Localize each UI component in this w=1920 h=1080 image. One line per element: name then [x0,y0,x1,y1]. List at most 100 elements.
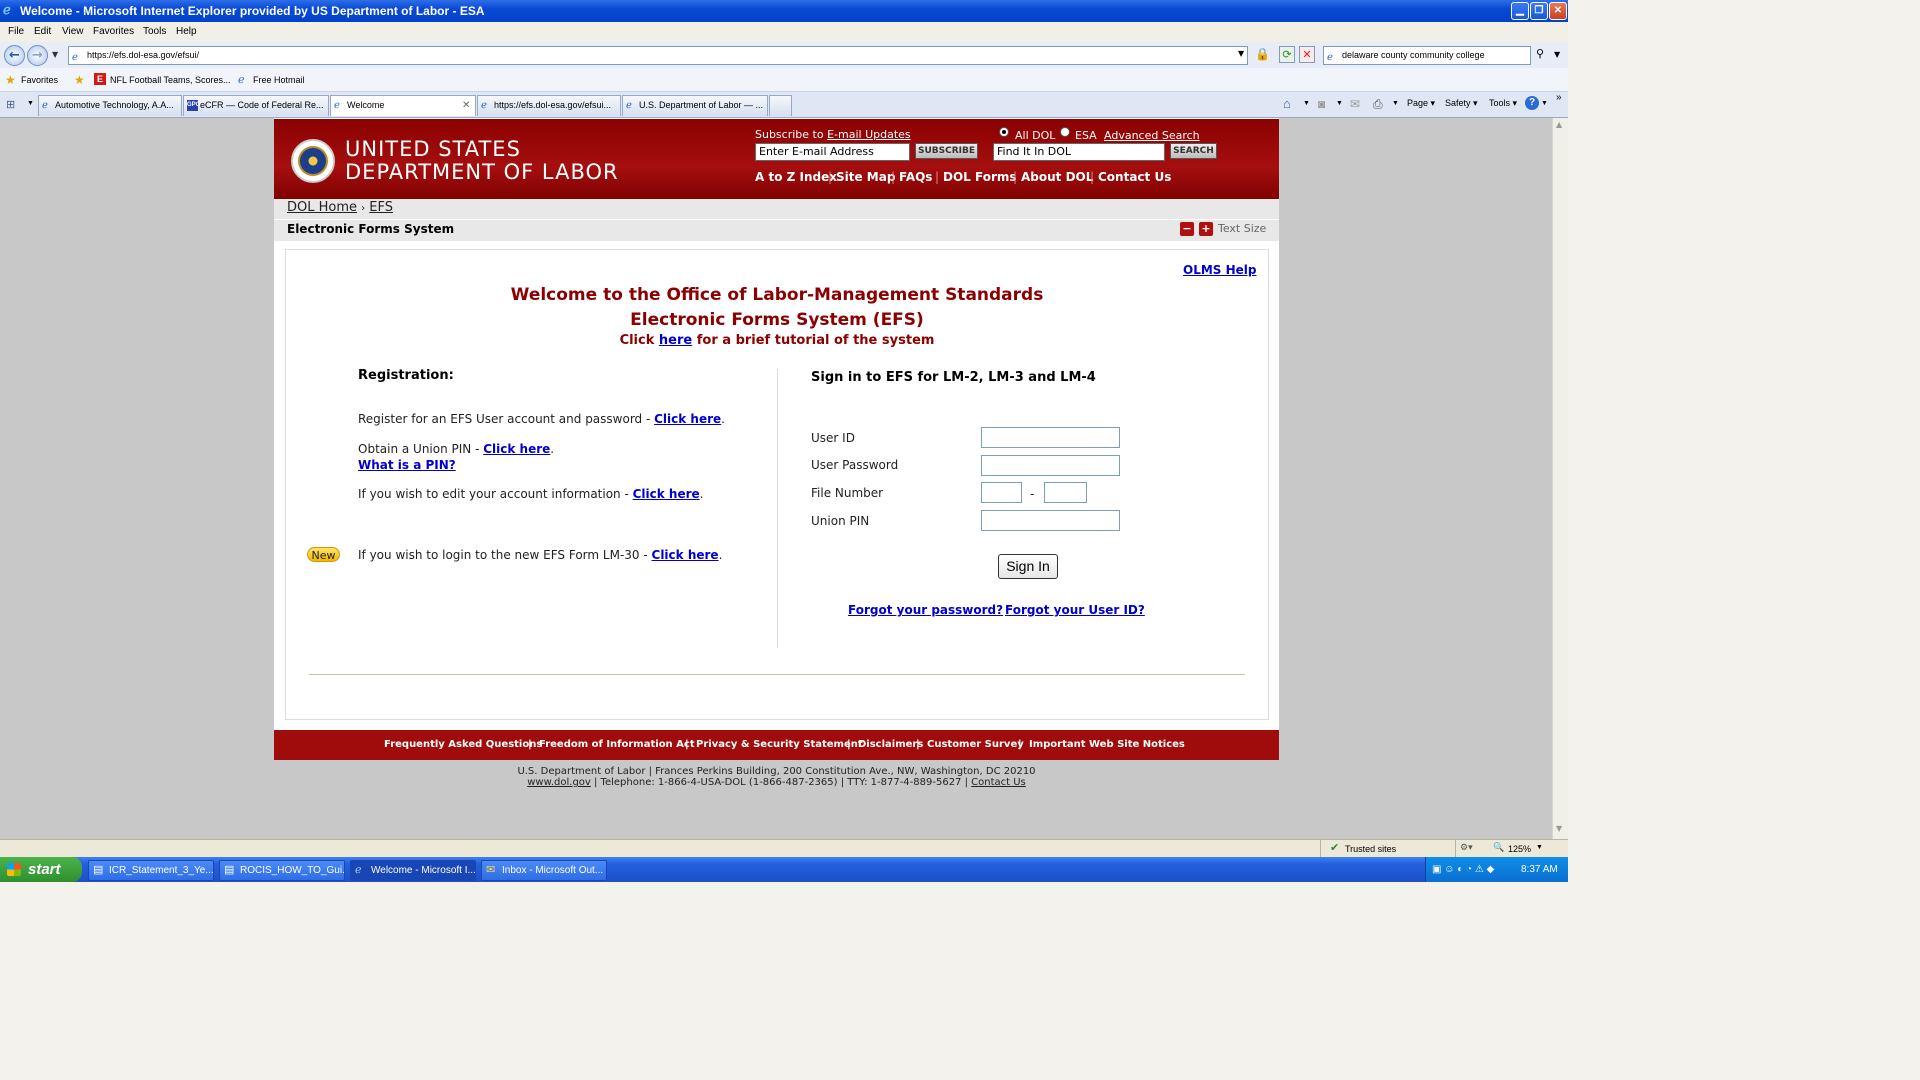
dol-search-button[interactable]: SEARCH [1170,143,1217,159]
footer-notices-link[interactable]: Important Web Site Notices [1029,739,1185,750]
task-rocis[interactable]: ▤ ROCIS_HOW_TO_Gui... [219,860,345,881]
task-icr-statement[interactable]: ▤ ICR_Statement_3_Ye... [88,860,214,881]
footer-survey-link[interactable]: Customer Survey [927,739,1024,750]
task-welcome-ie[interactable]: ℯ Welcome - Microsoft I... [350,860,476,881]
footer-privacy-link[interactable]: Privacy & Security Statement [696,739,863,750]
favorites-button[interactable]: Favorites [21,75,58,85]
tutorial-link[interactable]: here [659,333,692,348]
increase-text-size-icon[interactable]: + [1199,222,1213,236]
home-icon[interactable]: ⌂ [1283,96,1291,111]
help-icon[interactable]: ? [1525,96,1539,110]
tab-dol[interactable]: ℯ U.S. Department of Labor — ... [622,95,768,116]
favorite-item-hotmail[interactable]: Free Hotmail [253,75,305,85]
tab-automotive[interactable]: ℯ Automotive Technology, A.A... [38,95,182,116]
restore-button[interactable]: ❐ [1530,2,1548,20]
decrease-text-size-icon[interactable]: − [1180,222,1194,236]
feeds-icon[interactable]: ◙ [1318,97,1325,111]
tab-ecfr[interactable]: GPO eCFR — Code of Federal Re... [183,95,329,116]
olms-help-link[interactable]: OLMS Help [1183,263,1257,277]
what-is-pin-link[interactable]: What is a PIN? [358,458,456,472]
new-tab-button[interactable] [769,95,792,116]
password-input[interactable] [981,455,1120,476]
back-button[interactable]: ← [4,45,25,66]
edit-account-link[interactable]: Click here [633,487,700,501]
scroll-down-icon[interactable]: ▼ [1556,824,1562,833]
nav-site-map[interactable]: Site Map [836,170,895,184]
quick-tabs-icon[interactable]: ⊞ [6,98,15,111]
search-icon[interactable]: ⚲ [1536,47,1544,60]
clock[interactable]: 8:37 AM [1521,857,1558,882]
footer-contact-link[interactable]: Contact Us [971,777,1026,788]
forgot-userid-link[interactable]: Forgot your User ID? [1005,603,1145,617]
browser-search-input[interactable]: ℯ delaware county community college [1323,46,1531,65]
user-id-input[interactable] [981,427,1120,448]
dol-search-input[interactable]: Find It In DOL [993,143,1165,161]
feeds-dropdown-icon[interactable]: ▼ [1336,100,1343,107]
print-icon[interactable]: ⎙ [1373,97,1383,112]
nav-dol-forms[interactable]: DOL Forms [943,170,1017,184]
task-outlook-inbox[interactable]: ✉ Inbox - Microsoft Out... [481,860,607,881]
sign-in-button[interactable]: Sign In [998,554,1058,579]
scroll-up-icon[interactable]: ▲ [1556,120,1562,129]
print-dropdown-icon[interactable]: ▼ [1392,100,1399,107]
footer-dol-link[interactable]: www.dol.gov [527,777,591,788]
email-input[interactable]: Enter E-mail Address [755,143,910,161]
menu-favorites[interactable]: Favorites [93,26,134,37]
advanced-search-link[interactable]: Advanced Search [1104,129,1200,142]
nav-about-dol[interactable]: About DOL [1021,170,1093,184]
menu-view[interactable]: View [62,26,84,37]
zoom-dropdown-icon[interactable]: ▼ [1536,844,1543,851]
close-window-button[interactable]: ✕ [1549,2,1567,20]
menu-file[interactable]: File [8,26,24,37]
address-bar[interactable]: ℯ https://efs.dol-esa.gov/efsui/ [68,46,1248,65]
add-favorite-icon[interactable]: ★ [74,73,85,87]
forward-button[interactable]: → [27,45,48,66]
menu-tools[interactable]: Tools [143,26,166,37]
nav-contact-us[interactable]: Contact Us [1098,170,1171,184]
tray-icons[interactable]: ▣ ☺ ◐ ◔ ⚠ ◆ [1432,857,1494,882]
search-options-icon[interactable]: ▼ [1554,50,1560,59]
minimize-button[interactable]: ▁ [1511,2,1529,20]
command-page[interactable]: Page ▾ [1407,98,1435,109]
footer-faq-link[interactable]: Frequently Asked Questions [384,739,542,750]
lm30-link[interactable]: Click here [652,548,719,562]
help-dropdown-icon[interactable]: ▼ [1541,100,1548,107]
nav-faqs[interactable]: FAQs [899,170,932,184]
favorite-item-nfl[interactable]: NFL Football Teams, Scores... [110,75,231,85]
lock-icon[interactable]: 🔒 [1255,47,1270,61]
file-number-part2-input[interactable] [1044,482,1087,503]
menu-help[interactable]: Help [176,26,197,37]
union-pin-link[interactable]: Click here [483,442,550,456]
refresh-icon[interactable]: ⟳ [1279,46,1295,63]
security-zone[interactable]: Trusted sites [1345,844,1396,854]
command-safety[interactable]: Safety ▾ [1445,98,1478,109]
tab-list-dropdown-icon[interactable]: ▼ [27,100,34,107]
home-dropdown-icon[interactable]: ▼ [1303,100,1310,107]
start-button[interactable]: start [0,857,82,882]
nav-a-to-z[interactable]: A to Z Index [755,170,837,184]
vertical-scrollbar[interactable]: ▲ ▼ [1552,118,1568,839]
breadcrumb-efs[interactable]: EFS [369,200,393,215]
radio-esa[interactable] [1060,127,1070,137]
union-pin-input[interactable] [981,510,1120,531]
stop-icon[interactable]: ✕ [1299,46,1315,63]
chevron-more-icon[interactable]: » [1556,92,1562,103]
breadcrumb-dol-home[interactable]: DOL Home [287,200,357,215]
file-number-part1-input[interactable] [981,482,1022,503]
footer-disclaimers-link[interactable]: Disclaimers [858,739,923,750]
mail-icon[interactable]: ✉ [1350,97,1360,111]
zoom-level[interactable]: 125% [1508,844,1531,854]
radio-all-dol[interactable] [999,127,1009,137]
command-tools[interactable]: Tools ▾ [1489,98,1517,109]
address-dropdown-icon[interactable]: ▼ [1238,49,1244,58]
subscribe-button[interactable]: SUBSCRIBE [915,143,978,159]
zoom-icon[interactable]: 🔍 [1493,842,1504,853]
close-tab-icon[interactable]: ✕ [462,96,470,115]
menu-edit[interactable]: Edit [34,26,51,37]
tab-welcome[interactable]: ℯ Welcome ✕ [330,95,476,116]
footer-foia-link[interactable]: Freedom of Information Act [539,739,695,750]
protected-mode-icon[interactable]: ⚙▾ [1460,842,1473,853]
tab-efs[interactable]: ℯ https://efs.dol-esa.gov/efsui... [477,95,621,116]
forgot-password-link[interactable]: Forgot your password? [848,603,1003,617]
register-account-link[interactable]: Click here [654,412,721,426]
